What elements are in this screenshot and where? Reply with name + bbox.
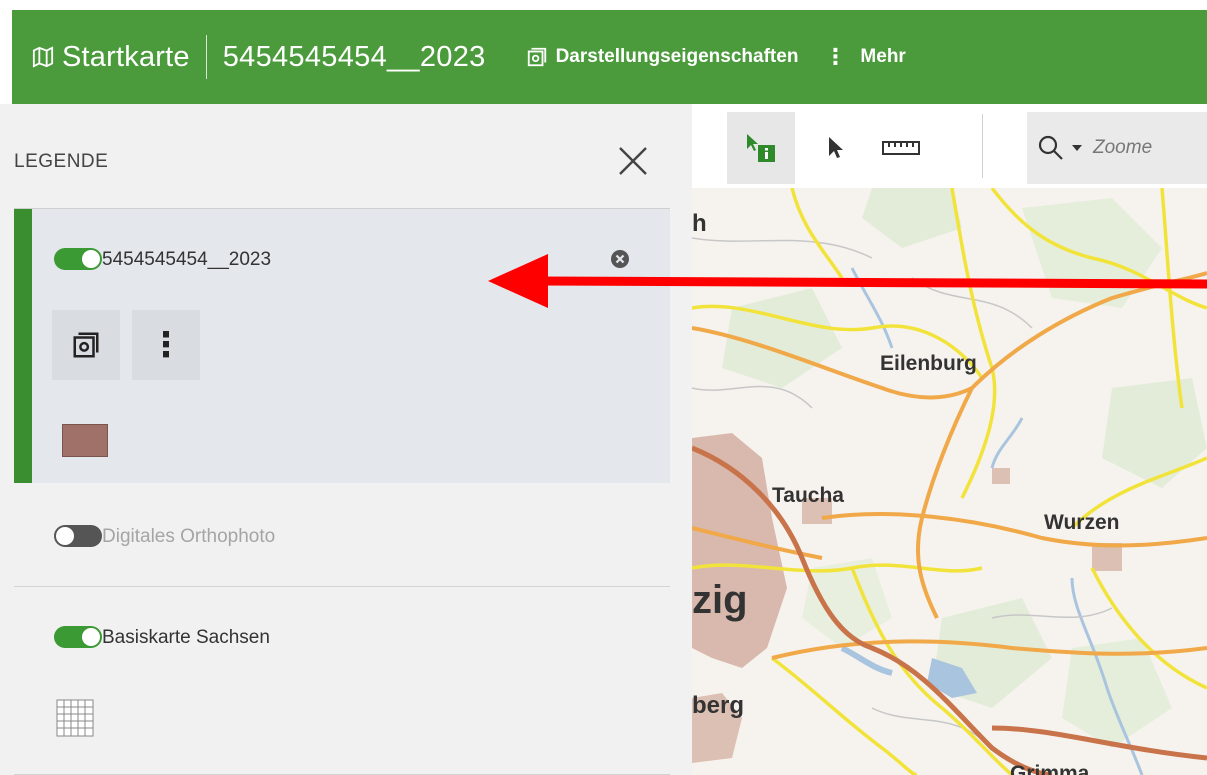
layer-more-button[interactable]: ⋮ bbox=[132, 310, 200, 380]
project-title: 5454545454__2023 bbox=[222, 40, 486, 73]
map-label: berg bbox=[692, 692, 745, 719]
map-toolbar: Zoome bbox=[692, 104, 1207, 188]
legend-layer-basemap[interactable]: Basiskarte Sachsen bbox=[14, 587, 670, 775]
display-properties-button[interactable]: Darstellungseigenschaften bbox=[526, 46, 799, 68]
layer-color-swatch bbox=[62, 424, 108, 457]
map-view[interactable]: Zoome h Eilenburg Taucha Wurzen zig berg… bbox=[692, 104, 1207, 775]
remove-layer-icon[interactable] bbox=[610, 249, 630, 269]
display-properties-label: Darstellungseigenschaften bbox=[555, 46, 799, 67]
map-label: Wurzen bbox=[1044, 511, 1120, 534]
cursor-icon bbox=[829, 137, 843, 158]
legend-layer-orthophoto[interactable]: Digitales Orthophoto bbox=[14, 483, 670, 587]
top-bar-inner: Startkarte 5454545454__2023 Darstellungs… bbox=[12, 10, 1207, 104]
map-canvas[interactable] bbox=[692, 188, 1207, 775]
toggle-knob bbox=[82, 628, 100, 646]
layer-visibility-toggle[interactable] bbox=[54, 525, 102, 547]
legend-title: LEGENDE bbox=[14, 151, 109, 172]
layer-visibility-toggle[interactable] bbox=[54, 626, 102, 648]
map-label: h bbox=[692, 210, 707, 237]
toolbar-separator bbox=[982, 114, 983, 178]
grid-icon bbox=[56, 699, 94, 737]
identify-cursor-icon bbox=[747, 134, 775, 162]
more-label: Mehr bbox=[860, 46, 906, 67]
legend-header: LEGENDE bbox=[0, 104, 672, 208]
display-properties-icon bbox=[73, 332, 99, 358]
map-icon bbox=[32, 46, 54, 68]
search-placeholder: Zoome bbox=[1093, 137, 1153, 158]
more-dots-icon: ⋮ bbox=[149, 326, 183, 364]
search-icon bbox=[1038, 135, 1063, 160]
select-tool-button[interactable] bbox=[802, 112, 870, 184]
measure-tool-button[interactable] bbox=[867, 112, 935, 184]
app-title[interactable]: Startkarte bbox=[62, 41, 190, 74]
title-separator bbox=[205, 35, 207, 79]
map-label: Eilenburg bbox=[880, 352, 977, 375]
toggle-knob bbox=[56, 527, 74, 545]
ruler-icon bbox=[882, 141, 920, 155]
legend-panel: LEGENDE 5454545454__2023 ⋮ Digitales Ort… bbox=[0, 104, 692, 775]
layer-name: Basiskarte Sachsen bbox=[102, 627, 270, 648]
layer-visibility-toggle[interactable] bbox=[54, 248, 102, 270]
map-label: Taucha bbox=[772, 484, 844, 507]
layer-name: Digitales Orthophoto bbox=[102, 526, 276, 547]
more-button[interactable]: ⋮ Mehr bbox=[824, 44, 905, 70]
layer-display-properties-button[interactable] bbox=[52, 310, 120, 380]
toggle-knob bbox=[82, 250, 100, 268]
legend-layer-project[interactable]: 5454545454__2023 ⋮ bbox=[14, 209, 670, 483]
layer-name: 5454545454__2023 bbox=[102, 249, 272, 270]
identify-tool-button[interactable] bbox=[727, 112, 795, 184]
zoom-search-box[interactable]: Zoome bbox=[1027, 112, 1207, 184]
map-label: zig bbox=[692, 578, 748, 622]
more-dots-icon: ⋮ bbox=[824, 44, 847, 69]
close-icon[interactable] bbox=[614, 142, 652, 180]
display-properties-icon bbox=[527, 47, 546, 67]
map-label: Grimma bbox=[1010, 762, 1090, 775]
chevron-down-icon[interactable] bbox=[1071, 143, 1083, 153]
top-bar: Startkarte 5454545454__2023 Darstellungs… bbox=[0, 0, 1207, 104]
